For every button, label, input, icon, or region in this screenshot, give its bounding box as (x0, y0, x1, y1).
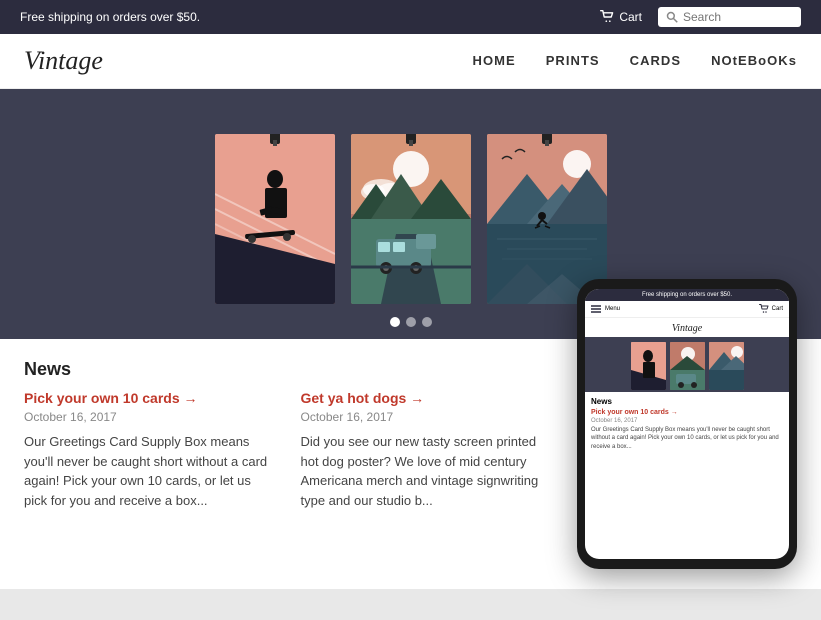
announcement-bar: Free shipping on orders over $50. Cart (0, 0, 821, 34)
topbar-right: Cart (600, 7, 801, 27)
news-text-2: Did you see our new tasty screen printed… (301, 432, 548, 510)
news-link-1[interactable]: Pick your own 10 cards → (24, 390, 271, 406)
search-icon (666, 11, 678, 23)
nav-item-cards[interactable]: CARDS (630, 52, 681, 70)
news-section-left: News Pick your own 10 cards → October 16… (24, 359, 271, 569)
phone-logo: Vintage (672, 323, 702, 334)
phone-nav: Menu Cart (585, 301, 789, 318)
nav-item-notebooks[interactable]: NOtEBoOKs (711, 52, 797, 70)
phone-logo-area: Vintage (585, 318, 789, 337)
poster-2 (351, 134, 471, 304)
clip-1 (270, 134, 280, 144)
poster-1-art (215, 134, 335, 304)
skateboarder-art (215, 134, 335, 304)
phone-poster-2 (670, 342, 705, 390)
menu-icon (591, 305, 601, 313)
dot-3[interactable] (422, 317, 432, 327)
news-heading: News (24, 359, 271, 380)
phone-cart-label: Cart (772, 306, 783, 312)
search-box[interactable] (658, 7, 801, 27)
slider-dots (390, 317, 432, 327)
news-text-1: Our Greetings Card Supply Box means you'… (24, 432, 271, 510)
phone-topbar: Free shipping on orders over $50. (585, 289, 789, 301)
camper-art (351, 134, 471, 304)
poster-3 (487, 134, 607, 304)
poster-3-art (487, 134, 607, 304)
phone-content: News Pick your own 10 cards → October 16… (585, 392, 789, 456)
clip-3 (542, 134, 552, 144)
phone-mockup: Free shipping on orders over $50. Menu (577, 279, 797, 569)
nav-item-prints[interactable]: PRINTS (546, 52, 600, 70)
phone-poster-1 (631, 342, 666, 390)
phone-poster-3 (709, 342, 744, 390)
news-section-right: News Get ya hot dogs → October 16, 2017 … (301, 359, 548, 569)
mountains-art (487, 134, 607, 304)
cart-icon (600, 10, 614, 24)
phone-news-text: Our Greetings Card Supply Box means you'… (591, 426, 783, 451)
phone-news-date: October 16, 2017 (591, 418, 783, 424)
nav-item-home[interactable]: HOME (473, 52, 516, 70)
news-link-2[interactable]: Get ya hot dogs → (301, 390, 548, 406)
search-input[interactable] (683, 10, 793, 24)
main-nav: Vintage HOME PRINTS CARDS NOtEBoOKs (0, 34, 821, 89)
dot-2[interactable] (406, 317, 416, 327)
phone-screen: Free shipping on orders over $50. Menu (585, 289, 789, 559)
phone-poster-2-art (670, 342, 705, 390)
phone-news-heading: News (591, 397, 783, 406)
nav-links: HOME PRINTS CARDS NOtEBoOKs (473, 52, 797, 70)
content-area: News Pick your own 10 cards → October 16… (0, 339, 821, 589)
news-date-1: October 16, 2017 (24, 410, 271, 424)
phone-menu-label: Menu (605, 306, 620, 312)
hero-images (215, 114, 607, 314)
phone-cart: Cart (759, 304, 783, 314)
poster-1 (215, 134, 335, 304)
news-date-2: October 16, 2017 (301, 410, 548, 424)
phone-hero (585, 337, 789, 392)
phone-poster-1-art (631, 342, 666, 390)
cart-label: Cart (619, 10, 642, 24)
phone-news-link: Pick your own 10 cards → (591, 409, 783, 416)
phone-poster-3-art (709, 342, 744, 390)
cart-button[interactable]: Cart (600, 10, 642, 24)
clip-2 (406, 134, 416, 144)
announcement-text: Free shipping on orders over $50. (20, 10, 600, 24)
site-logo[interactable]: Vintage (24, 46, 103, 76)
dot-1[interactable] (390, 317, 400, 327)
phone-menu: Menu (591, 305, 620, 313)
poster-2-art (351, 134, 471, 304)
phone-cart-icon (759, 304, 769, 314)
